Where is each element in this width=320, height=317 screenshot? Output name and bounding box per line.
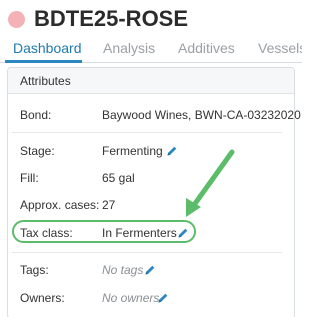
tags-label: Tags:	[20, 263, 49, 277]
card-title: Attributes	[20, 74, 71, 88]
edit-tags-pencil-icon[interactable]	[144, 264, 156, 276]
edit-owners-pencil-icon[interactable]	[157, 292, 169, 304]
fill-label: Fill:	[20, 171, 39, 185]
tab-vessels[interactable]: Vessels	[258, 40, 302, 56]
bond-value: Baywood Wines, BWN-CA-03232020	[102, 108, 301, 122]
page-header: BDTE25-ROSE	[8, 6, 188, 32]
tax-class-label: Tax class:	[20, 226, 73, 240]
edit-tax-class-pencil-icon[interactable]	[177, 227, 189, 239]
approx-cases-value: 27	[102, 198, 116, 212]
fill-value: 65 gal	[102, 171, 135, 185]
active-tab-indicator	[5, 60, 82, 63]
approx-cases-label: Approx. cases:	[20, 198, 100, 212]
divider	[12, 252, 282, 253]
tab-analysis[interactable]: Analysis	[103, 40, 155, 56]
status-indicator	[8, 10, 25, 28]
card-header: Attributes	[8, 68, 294, 94]
tab-bar: Dashboard Analysis Additives Vessels	[0, 37, 302, 63]
stage-label: Stage:	[20, 144, 55, 158]
tax-class-value: In Fermenters	[102, 226, 177, 240]
owners-value: No owners	[102, 291, 160, 305]
tab-dashboard[interactable]: Dashboard	[13, 40, 82, 56]
tab-additives[interactable]: Additives	[178, 40, 235, 56]
stage-value: Fermenting	[102, 144, 163, 158]
bond-label: Bond:	[20, 108, 52, 122]
attributes-panel: BDTE25-ROSE Dashboard Analysis Additives…	[0, 0, 302, 317]
owners-label: Owners:	[20, 291, 65, 305]
divider	[12, 132, 282, 133]
page-title: BDTE25-ROSE	[34, 6, 189, 31]
edit-stage-pencil-icon[interactable]	[166, 145, 178, 157]
tags-value: No tags	[102, 263, 144, 277]
attributes-card: Attributes	[7, 67, 295, 317]
